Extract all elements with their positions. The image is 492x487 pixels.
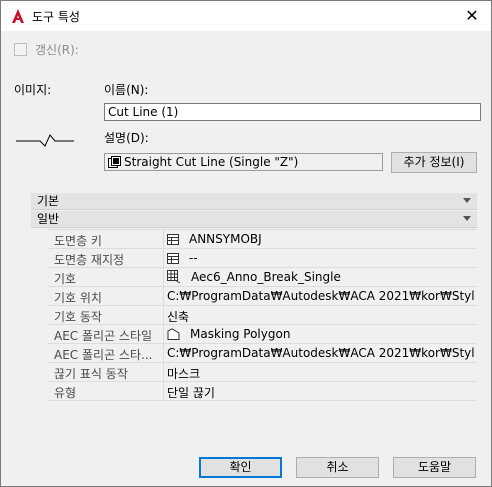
property-value-text: Masking Polygon: [190, 327, 291, 341]
property-key: AEC 폴리곤 스타일: [54, 329, 153, 343]
property-value-text: ANNSYMOBJ: [189, 232, 262, 246]
property-value-text: 신축: [167, 310, 190, 324]
autocad-a-icon: [12, 9, 24, 23]
ok-button[interactable]: 확인: [199, 457, 282, 478]
polygon-icon: [167, 328, 185, 340]
description-edit-icon: [108, 156, 121, 168]
property-value[interactable]: C:₩ProgramData₩Autodesk₩ACA 2021₩kor₩Sty…: [167, 289, 475, 303]
refresh-checkbox-label: 갱신(R):: [35, 43, 79, 57]
property-value[interactable]: 마스크: [167, 365, 475, 382]
property-key: 도면층 키: [54, 234, 102, 248]
grid-left-margin: [31, 229, 48, 403]
property-value[interactable]: 단일 끊기: [167, 384, 475, 401]
description-label: 설명(D):: [104, 131, 149, 145]
property-key: 끊기 표식 동작: [54, 367, 128, 381]
symbol-grid-icon: [167, 270, 186, 284]
property-value-text: Aec6_Anno_Break_Single: [191, 270, 341, 284]
property-key: 도면층 재지정: [54, 253, 125, 267]
section-basic-header[interactable]: 기본: [31, 193, 477, 210]
property-row[interactable]: 도면층 키 ANNSYMOBJ: [48, 230, 477, 249]
property-key: 기호: [54, 272, 77, 286]
table-icon: [167, 252, 184, 264]
property-row[interactable]: 도면층 재지정 --: [48, 249, 477, 268]
property-value[interactable]: C:₩ProgramData₩Autodesk₩ACA 2021₩kor₩Sty…: [167, 346, 475, 360]
column-divider: [163, 363, 164, 381]
property-key: AEC 폴리곤 스타...: [54, 348, 153, 362]
section-basic-title: 기본: [37, 194, 60, 208]
more-info-button[interactable]: 추가 정보(I): [391, 152, 477, 173]
property-row[interactable]: 기호 동작 신축: [48, 306, 477, 325]
column-divider: [163, 325, 164, 343]
property-value-text: --: [189, 251, 198, 265]
column-divider: [163, 382, 164, 400]
property-value[interactable]: 신축: [167, 308, 475, 325]
property-value[interactable]: --: [167, 251, 475, 265]
image-label: 이미지:: [14, 83, 52, 97]
column-divider: [163, 230, 164, 248]
section-general-title: 일반: [37, 212, 60, 226]
property-value[interactable]: Aec6_Anno_Break_Single: [167, 270, 475, 284]
property-key: 유형: [54, 386, 77, 400]
title-bar: 도구 특성 ✕: [1, 1, 491, 31]
property-value[interactable]: ANNSYMOBJ: [167, 232, 475, 246]
chevron-down-icon[interactable]: [463, 198, 471, 203]
property-value-text: C:₩ProgramData₩Autodesk₩ACA 2021₩kor₩Sty…: [167, 346, 475, 360]
cut-line-preview-icon: [16, 134, 74, 147]
column-divider: [163, 249, 164, 267]
cancel-button[interactable]: 취소: [296, 457, 379, 478]
property-row[interactable]: 기호 Aec6_Anno_Break_Single: [48, 268, 477, 287]
property-value-text: 단일 끊기: [167, 386, 215, 400]
name-label: 이름(N):: [104, 83, 149, 97]
property-grid: 도면층 키 ANNSYMOBJ 도면층 재지정 -- 기호 Aec6_Anno_Break…: [48, 229, 477, 401]
property-row[interactable]: AEC 폴리곤 스타... C:₩ProgramData₩Autodesk₩ACA…: [48, 344, 477, 363]
description-field[interactable]: Straight Cut Line (Single "Z"): [104, 153, 383, 171]
refresh-checkbox[interactable]: [14, 43, 27, 56]
property-row[interactable]: 유형 단일 끊기: [48, 382, 477, 401]
property-row[interactable]: AEC 폴리곤 스타일 Masking Polygon: [48, 325, 477, 344]
close-icon[interactable]: ✕: [463, 7, 481, 25]
name-field[interactable]: Cut Line (1): [104, 103, 481, 121]
chevron-down-icon[interactable]: [463, 216, 471, 221]
property-row[interactable]: 기호 위치 C:₩ProgramData₩Autodesk₩ACA 2021₩ko…: [48, 287, 477, 306]
properties-panel: 기본 일반 도면층 키 ANNSYMOBJ 도면층 재지정 -- 기호 Aec6_Anno…: [31, 193, 477, 403]
column-divider: [163, 287, 164, 305]
property-key: 기호 위치: [54, 291, 102, 305]
column-divider: [163, 344, 164, 362]
property-value-text: C:₩ProgramData₩Autodesk₩ACA 2021₩kor₩Sty…: [167, 289, 475, 303]
table-icon: [167, 233, 184, 245]
property-row[interactable]: 끊기 표식 동작 마스크: [48, 363, 477, 382]
column-divider: [163, 268, 164, 286]
column-divider: [163, 306, 164, 324]
help-button[interactable]: 도움말: [393, 457, 476, 478]
window-title: 도구 특성: [32, 10, 80, 24]
description-value: Straight Cut Line (Single "Z"): [124, 154, 299, 169]
section-general-header[interactable]: 일반: [31, 211, 477, 228]
refresh-checkbox-row[interactable]: 갱신(R):: [14, 41, 79, 58]
property-key: 기호 동작: [54, 310, 102, 324]
property-value-text: 마스크: [167, 367, 201, 381]
property-value[interactable]: Masking Polygon: [167, 327, 475, 341]
tool-properties-dialog: 도구 특성 ✕ 갱신(R): 이미지: 이름(N): Cut Line (1) …: [0, 0, 492, 487]
